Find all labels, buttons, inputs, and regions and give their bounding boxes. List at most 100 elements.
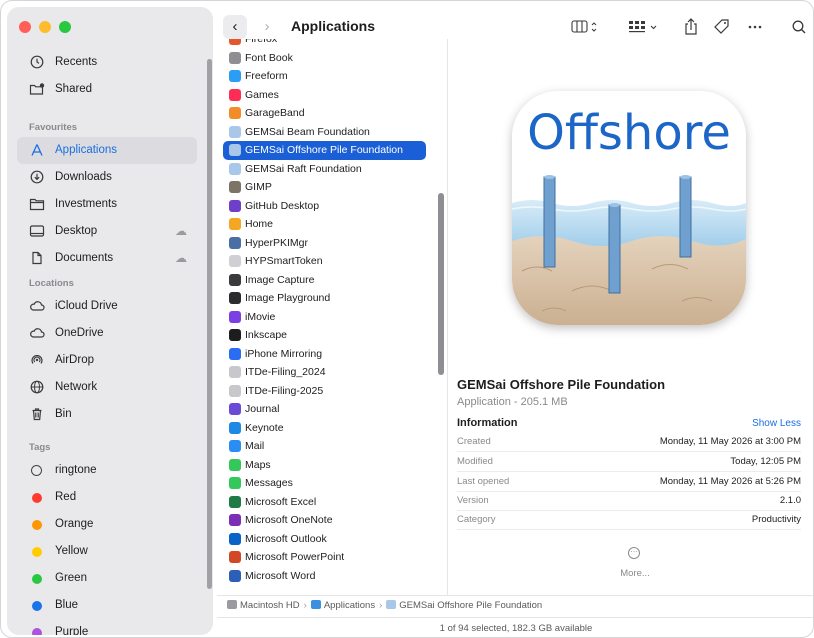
sidebar-item-icloud-drive[interactable]: iCloud Drive [7,293,213,320]
file-list-item[interactable]: Maps [217,456,432,475]
back-button[interactable]: ‹ [223,15,247,39]
show-less-link[interactable]: Show Less [752,418,801,429]
file-name: Inkscape [245,329,288,341]
sidebar-item-downloads[interactable]: Downloads [7,164,213,191]
sidebar-item-desktop[interactable]: Desktop ☁ [7,218,213,245]
cloud-icon [29,299,45,315]
column-view-icon[interactable] [571,17,601,37]
sidebar-item-label: Network [55,381,98,393]
sidebar-top-section: Recents Shared [7,49,213,103]
info-row-modified: Modified Today, 12:05 PM [457,452,801,472]
file-list-item[interactable]: Mail [217,437,432,456]
app-icon [229,125,241,138]
file-list-item[interactable]: Firefox [217,39,432,49]
sidebar-tag-orange[interactable]: Orange [7,511,213,538]
file-name: Microsoft PowerPoint [245,551,345,563]
sidebar-item-shared[interactable]: Shared [7,76,213,103]
tag-dot-icon [32,601,42,611]
path-item-applications[interactable]: Applications [310,600,375,611]
file-list-item[interactable]: ITDe-Filing-2025 [217,382,432,401]
more-button[interactable]: More... [448,568,813,579]
file-name: Freeform [245,70,288,82]
more-ellipsis-icon[interactable]: ··· [628,547,640,559]
group-icon[interactable] [627,17,661,37]
tag-icon[interactable] [713,17,731,37]
minimize-window-button[interactable] [39,21,51,33]
file-list-item[interactable]: Font Book [217,49,432,68]
file-list-item[interactable]: Freeform [217,67,432,86]
file-list-item[interactable]: Inkscape [217,326,432,345]
file-list-item[interactable]: Messages [217,474,432,493]
file-list-item[interactable]: Microsoft PowerPoint [217,548,432,567]
file-name: GEMSai Raft Foundation [245,162,362,175]
file-list: Firefox Font Book Freeform Games GarageBand G… [217,39,432,589]
file-name: Firefox [245,39,278,45]
app-icon [229,181,241,193]
file-list-scrollbar[interactable] [438,193,444,375]
share-icon[interactable] [683,17,699,37]
file-list-item[interactable]: Home [217,215,432,234]
file-list-item[interactable]: GEMSai Raft Foundation [217,160,432,179]
sidebar-item-documents[interactable]: Documents ☁ [7,245,213,272]
sidebar-item-bin[interactable]: Bin [7,401,213,428]
file-list-item[interactable]: Image Playground [217,289,432,308]
document-icon [29,251,45,267]
sidebar-item-airdrop[interactable]: AirDrop [7,347,213,374]
sidebar-tag-blue[interactable]: Blue [7,592,213,619]
path-item-macintosh-hd[interactable]: Macintosh HD [227,600,300,611]
file-list-item[interactable]: GarageBand [217,104,432,123]
sidebar-item-label: Shared [55,83,93,95]
file-list-item[interactable]: GEMSai Beam Foundation [217,123,432,142]
sidebar-section-title: Locations [29,278,74,289]
file-list-item[interactable]: iMovie [217,308,432,327]
window-controls [19,21,71,33]
file-list-item[interactable]: Image Capture [217,271,432,290]
sidebar-tag-yellow[interactable]: Yellow [7,538,213,565]
sidebar-scrollbar[interactable] [207,59,212,589]
search-icon[interactable] [791,17,807,37]
file-name: Home [245,218,274,230]
sidebar-tag-green[interactable]: Green [7,565,213,592]
sidebar-tag-ringtone[interactable]: ringtone [7,457,213,484]
info-value: Monday, 11 May 2026 at 3:00 PM [659,436,801,447]
path-item-app[interactable]: GEMSai Offshore Pile Foundation [386,600,542,611]
zoom-window-button[interactable] [59,21,71,33]
file-list-item[interactable]: Microsoft Word [217,567,432,586]
forward-button[interactable]: › [255,15,279,39]
file-list-item[interactable]: ITDe-Filing_2024 [217,363,432,382]
file-name: ITDe-Filing_2024 [245,366,326,378]
sidebar-item-onedrive[interactable]: OneDrive [7,320,213,347]
file-list-item[interactable]: Games [217,86,432,105]
file-list-item[interactable]: GEMSai Offshore Pile Foundation [223,141,426,160]
file-list-item[interactable]: HyperPKIMgr [217,234,432,253]
sidebar: Recents Shared Favourites Applications D… [7,7,213,635]
sidebar-item-label: iCloud Drive [55,300,118,312]
sidebar-locations-section: Locations iCloud Drive OneDrive AirDrop [7,275,213,428]
file-list-item[interactable]: iPhone Mirroring [217,345,432,364]
app-icon [229,292,241,304]
file-list-item[interactable]: Microsoft Outlook [217,530,432,549]
app-icon [229,218,241,230]
sidebar-tag-purple[interactable]: Purple [7,619,213,635]
sidebar-item-recents[interactable]: Recents [7,49,213,76]
sidebar-tag-red[interactable]: Red [7,484,213,511]
file-name: GIMP [245,181,272,193]
file-list-item[interactable]: Microsoft Excel [217,493,432,512]
sidebar-item-applications[interactable]: Applications [17,137,197,164]
file-list-item[interactable]: Microsoft OneNote [217,511,432,530]
close-window-button[interactable] [19,21,31,33]
sidebar-item-network[interactable]: Network [7,374,213,401]
ellipsis-icon[interactable] [747,17,763,37]
app-icon [229,88,241,101]
file-list-item[interactable]: Keynote [217,419,432,438]
sidebar-item-label: Applications [55,144,118,156]
sidebar-item-investments[interactable]: Investments [7,191,213,218]
tag-dot-icon [32,574,42,584]
file-list-item[interactable]: HYPSmartToken [217,252,432,271]
file-name: Keynote [245,421,284,434]
sidebar-section-title: Favourites [29,122,78,133]
file-list-item[interactable]: GIMP [217,178,432,197]
file-list-item[interactable]: Journal [217,400,432,419]
path-separator: › [379,600,383,611]
file-list-item[interactable]: GitHub Desktop [217,197,432,216]
